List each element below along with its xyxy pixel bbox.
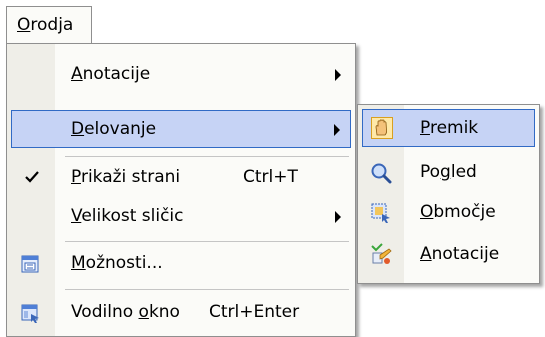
submenu-item-label: Pogled	[420, 162, 477, 182]
menu-item-shortcut: Ctrl+Enter	[209, 302, 300, 322]
submenu-arrow-icon	[335, 69, 341, 81]
menu-orodja[interactable]: Orodja	[6, 6, 92, 44]
menu-separator	[65, 241, 349, 242]
orodja-dropdown: Anotacije Delovanje Prikaži strani Ctrl+…	[6, 43, 356, 337]
area-select-icon	[371, 203, 390, 223]
menu-item-vodilno-okno[interactable]: Vodilno okno Ctrl+Enter	[7, 294, 355, 332]
submenu-item-pogled[interactable]: Pogled	[358, 154, 539, 192]
menu-orodja-label: Orodja	[17, 15, 74, 35]
menu-item-label: Vodilno okno	[71, 302, 180, 322]
menu-item-shortcut: Ctrl+T	[243, 167, 298, 187]
options-icon	[21, 255, 39, 273]
menu-separator	[65, 289, 349, 290]
menu-item-label: Delovanje	[71, 119, 157, 139]
menu-separator	[65, 156, 349, 157]
menu-item-label: Velikost sličic	[71, 206, 184, 226]
submenu-item-obmocje[interactable]: Območje	[358, 194, 539, 232]
navigation-pane-icon	[21, 304, 39, 323]
checkmark-icon	[25, 171, 39, 183]
submenu-item-label: Anotacije	[420, 244, 500, 264]
submenu-item-label: Območje	[420, 202, 496, 222]
submenu-arrow-icon	[334, 124, 340, 136]
menu-item-moznosti[interactable]: Možnosti...	[7, 245, 355, 283]
menu-item-label: Prikaži strani	[71, 167, 181, 187]
magnifier-icon	[371, 163, 392, 184]
delovanje-submenu: Premik Pogled Območje Anotacije	[357, 104, 540, 284]
annotation-icon	[371, 243, 392, 264]
hand-icon	[371, 117, 393, 139]
menu-item-label: Možnosti...	[71, 253, 163, 273]
submenu-item-premik[interactable]: Premik	[362, 109, 535, 147]
menu-item-prikazi-strani[interactable]: Prikaži strani Ctrl+T	[7, 159, 355, 197]
menu-item-delovanje[interactable]: Delovanje	[11, 110, 351, 148]
menu-item-label: Anotacije	[71, 64, 151, 84]
submenu-item-label: Premik	[420, 118, 479, 138]
menu-item-velikost-slicic[interactable]: Velikost sličic	[7, 198, 355, 236]
submenu-item-anotacije[interactable]: Anotacije	[358, 236, 539, 274]
submenu-arrow-icon	[335, 211, 341, 223]
menu-item-anotacije[interactable]: Anotacije	[7, 56, 355, 94]
